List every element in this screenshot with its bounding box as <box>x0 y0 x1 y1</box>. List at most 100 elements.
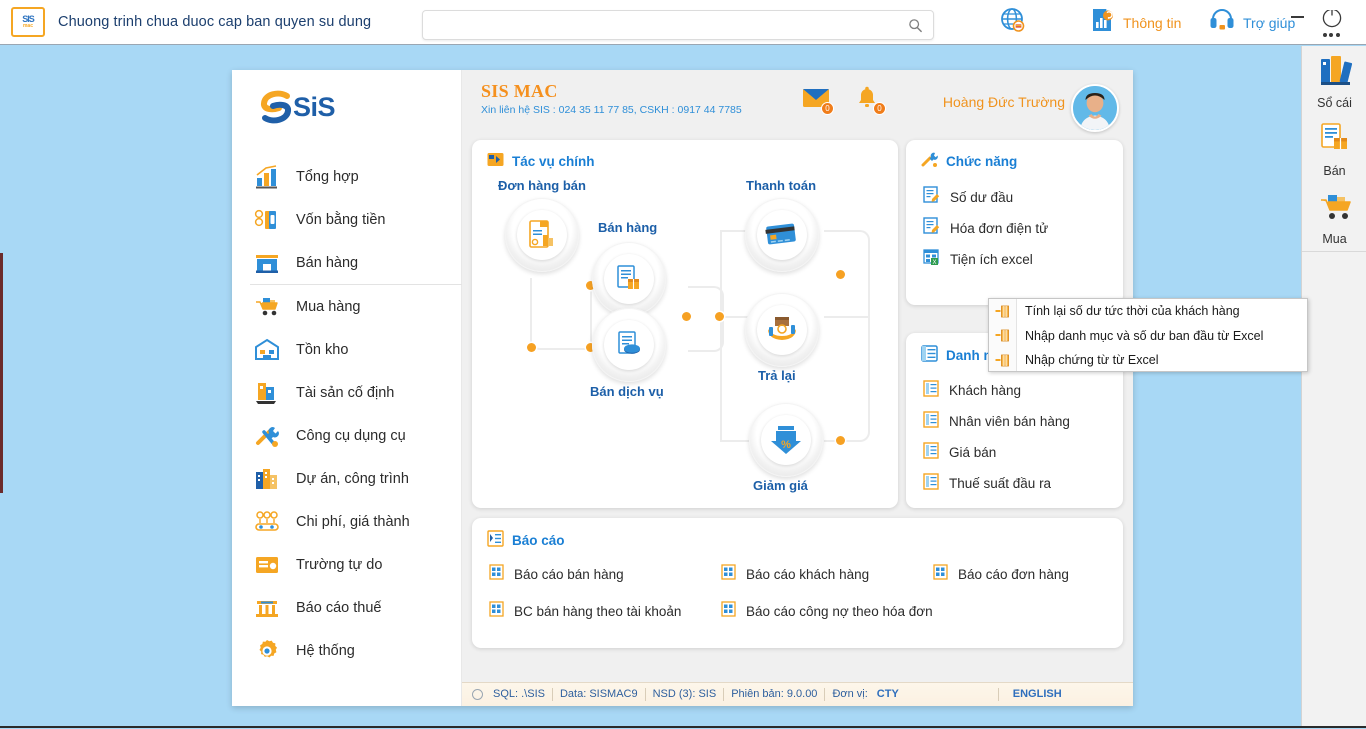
sidebar-label-von-bang-tien: Vốn bằng tiền <box>296 211 386 228</box>
edit-doc-icon <box>923 186 940 209</box>
user-name[interactable]: Hoàng Đức Trường <box>943 94 1065 110</box>
left-edge-accent <box>0 253 3 493</box>
bell-icon[interactable]: 0 <box>854 86 886 115</box>
sidebar-item-truong-tu-do[interactable]: Trường tự do <box>232 543 462 586</box>
sidebar-label-truong-tu-do: Trường tự do <box>296 556 383 573</box>
function-item-hoa-don-dien-tu[interactable]: Hóa đơn điện tử <box>923 213 1048 244</box>
report-item-ban-hang[interactable]: Báo cáo bán hàng <box>489 560 721 588</box>
catalog-item-thue-suat-dau-ra[interactable]: Thuế suất đầu ra <box>923 468 1070 499</box>
status-unit-value[interactable]: CTY <box>875 688 906 701</box>
report-label-khach-hang: Báo cáo khách hàng <box>746 566 870 582</box>
rail-item-ledger[interactable]: Sổ cái <box>1302 46 1366 114</box>
node-sell-goods[interactable] <box>592 242 666 316</box>
search-icon[interactable] <box>908 18 923 33</box>
status-language[interactable]: ENGLISH <box>997 688 1069 701</box>
catalog-label-nhan-vien: Nhân viên bán hàng <box>949 414 1070 429</box>
report-label-don-hang: Báo cáo đơn hàng <box>958 566 1069 582</box>
node-return[interactable] <box>745 293 819 367</box>
report-grid-icon <box>489 600 504 622</box>
function-item-tien-ich-excel[interactable]: X Tiện ích excel <box>923 244 1048 275</box>
sidebar-item-ton-kho[interactable]: Tồn kho <box>232 328 462 371</box>
mail-icon[interactable]: 0 <box>802 86 834 115</box>
app-logo-icon: SIS mac <box>11 7 45 37</box>
sis-swirl-icon <box>261 90 291 124</box>
info-button[interactable]: Thông tin <box>1088 0 1181 45</box>
node-payment[interactable] <box>745 198 819 272</box>
buildings-icon <box>252 464 282 494</box>
avatar[interactable] <box>1071 84 1119 132</box>
functions-title: Chức năng <box>921 152 1017 170</box>
status-data: Data: SISMAC9 <box>553 688 646 701</box>
functions-title-text: Chức năng <box>946 153 1018 169</box>
window-title: Chuong trinh chua duoc cap ban quyen su … <box>58 14 372 30</box>
sidebar-label-tong-hop: Tổng hợp <box>296 168 359 185</box>
sidebar-item-bao-cao-thue[interactable]: Báo cáo thuế <box>232 586 462 629</box>
reports-title: Báo cáo <box>487 530 565 550</box>
sidebar-item-tai-san-co-dinh[interactable]: Tài sản cố định <box>232 371 462 414</box>
node-sell-service[interactable] <box>592 308 666 382</box>
info-label: Thông tin <box>1123 14 1182 31</box>
node-label-sell-goods: Bán hàng <box>598 220 658 235</box>
catalog-item-khach-hang[interactable]: Khách hàng <box>923 375 1070 406</box>
sidebar-item-von-bang-tien[interactable]: Vốn bằng tiền <box>232 198 462 241</box>
sidebar-label-tai-san: Tài sản cố định <box>296 384 395 401</box>
sidebar-label-mua-hang: Mua hàng <box>296 298 361 315</box>
report-label-theo-tai-khoan: BC bán hàng theo tài khoản <box>514 603 682 619</box>
report-grid-icon <box>933 563 948 585</box>
main-tasks-card: Tác vụ chính Đơn hàng bán Bán hàng Bán d… <box>472 140 898 508</box>
function-item-so-du-dau[interactable]: Số dư đầu <box>923 182 1048 213</box>
excel-row-icon <box>989 329 1016 342</box>
list-icon <box>921 345 938 365</box>
list-item-icon <box>923 441 939 464</box>
flow-dot <box>836 270 845 279</box>
sales-order-icon <box>517 210 567 260</box>
wire-payment-right <box>824 230 870 318</box>
context-menu[interactable]: Tính lại số dư tức thời của khách hàng N… <box>988 298 1308 372</box>
rail-item-sell[interactable]: Bán <box>1302 114 1366 182</box>
language-button[interactable] <box>998 0 1028 45</box>
report-icon <box>487 530 504 550</box>
rail-item-buy[interactable]: Mua <box>1302 182 1366 250</box>
global-search-box[interactable] <box>422 10 934 40</box>
sidebar-label-he-thong: Hệ thống <box>296 642 355 659</box>
catalog-list: Khách hàng Nhân viên bán hàng Giá bán Th… <box>923 375 1070 499</box>
list-item-icon <box>923 410 939 433</box>
context-menu-item-recalc-balance[interactable]: Tính lại số dư tức thời của khách hàng <box>989 299 1307 324</box>
report-item-don-hang[interactable]: Báo cáo đơn hàng <box>933 560 1109 588</box>
sell-icon <box>1315 120 1355 161</box>
brand-block: SIS MAC Xin liên hệ SIS : 024 35 11 77 8… <box>481 81 742 116</box>
sidebar-item-du-an-cong-trinh[interactable]: Dự án, công trình <box>232 457 462 500</box>
report-label-cong-no: Báo cáo công nợ theo hóa đơn <box>746 603 933 619</box>
main-content: SIS MAC Xin liên hệ SIS : 024 35 11 77 8… <box>462 70 1133 706</box>
sidebar-label-ban-hang: Bán hàng <box>296 254 359 271</box>
catalog-item-nhan-vien-ban-hang[interactable]: Nhân viên bán hàng <box>923 406 1070 437</box>
globe-language-icon <box>998 5 1028 40</box>
function-label-so-du-dau: Số dư đầu <box>950 190 1014 205</box>
node-sales-order[interactable] <box>505 198 579 272</box>
list-item-icon <box>923 379 939 402</box>
flow-dot <box>715 312 724 321</box>
context-menu-item-import-vouchers[interactable]: Nhập chứng từ từ Excel <box>989 348 1307 373</box>
context-menu-label-0: Tính lại số dư tức thời của khách hàng <box>1025 304 1240 319</box>
power-icon[interactable] <box>1320 5 1344 29</box>
node-discount[interactable]: % <box>749 403 823 477</box>
sidebar-item-cong-cu-dung-cu[interactable]: Công cụ dụng cụ <box>232 414 462 457</box>
context-menu-item-import-catalog[interactable]: Nhập danh mục và số dư ban đầu từ Excel <box>989 324 1307 349</box>
sidebar-item-tong-hop[interactable]: Tổng hợp <box>232 155 462 198</box>
sidebar-item-chi-phi-gia-thanh[interactable]: Chi phí, giá thành <box>232 500 462 543</box>
minimize-icon[interactable] <box>1286 8 1308 26</box>
catalog-label-thue-suat: Thuế suất đầu ra <box>949 476 1052 491</box>
report-item-bc-theo-tai-khoan[interactable]: BC bán hàng theo tài khoản <box>489 597 721 625</box>
catalog-item-gia-ban[interactable]: Giá bán <box>923 437 1070 468</box>
function-label-tien-ich-excel: Tiện ích excel <box>950 252 1033 267</box>
excel-row-icon <box>989 354 1016 367</box>
sidebar-item-ban-hang[interactable]: Bán hàng <box>232 241 462 284</box>
report-item-cong-no-theo-hoa-don[interactable]: Báo cáo công nợ theo hóa đơn <box>721 597 933 625</box>
report-item-khach-hang[interactable]: Báo cáo khách hàng <box>721 560 933 588</box>
sidebar-item-he-thong[interactable]: Hệ thống <box>232 629 462 672</box>
more-dots-icon[interactable] <box>1318 28 1344 42</box>
search-input[interactable] <box>432 11 908 39</box>
functions-icon <box>921 152 938 170</box>
sidebar-item-mua-hang[interactable]: Mua hàng <box>232 285 462 328</box>
sidebar-label-du-an: Dự án, công trình <box>296 470 409 487</box>
